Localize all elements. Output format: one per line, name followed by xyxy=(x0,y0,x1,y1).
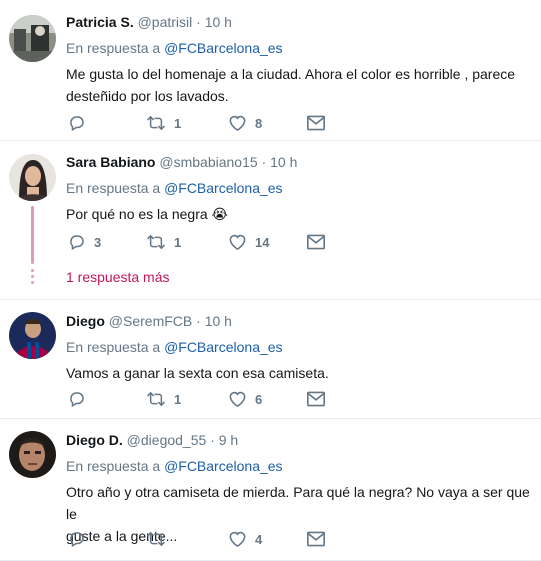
tweet-1[interactable]: Patricia S. @patrisil · 10 h En respuest… xyxy=(0,0,541,141)
heart-icon xyxy=(229,531,246,548)
dm-button[interactable] xyxy=(307,389,325,409)
avatar[interactable] xyxy=(9,312,56,359)
reply-icon xyxy=(70,532,84,548)
retweet-count: 1 xyxy=(174,391,182,407)
tweet-text-line: Vamos a ganar la sexta con esa camiseta. xyxy=(66,365,329,381)
timestamp[interactable]: 10 h xyxy=(205,313,232,329)
retweet-button[interactable]: 1 xyxy=(146,232,181,252)
tweet-2[interactable]: Sara Babiano @smbabiano15 · 10 h En resp… xyxy=(0,141,541,300)
reply-button[interactable]: 3 xyxy=(68,232,101,252)
tweet-text: Vamos a ganar la sexta con esa camiseta. xyxy=(66,362,535,384)
heart-icon xyxy=(229,115,246,132)
reply-button[interactable] xyxy=(68,389,86,409)
envelope-icon xyxy=(307,531,325,547)
author-handle[interactable]: @diegod_55 xyxy=(127,432,207,448)
author-name[interactable]: Sara Babiano xyxy=(66,154,155,170)
more-replies-link[interactable]: 1 respuesta más xyxy=(66,269,170,285)
separator-dot: · xyxy=(210,432,215,448)
reply-count: 3 xyxy=(94,234,102,250)
tweet-header: Diego @SeremFCB · 10 h xyxy=(66,312,535,330)
like-button[interactable]: 6 xyxy=(228,389,262,409)
like-count: 14 xyxy=(255,234,270,250)
like-count: 4 xyxy=(255,531,263,547)
reply-context: En respuesta a @FCBarcelona_es xyxy=(66,39,535,57)
tweet-text-line: Por qué no es la negra 😭 xyxy=(66,206,228,222)
retweet-icon xyxy=(146,391,166,407)
retweet-icon xyxy=(146,115,166,131)
envelope-icon xyxy=(307,391,325,407)
action-bar: 1 8 xyxy=(66,113,336,133)
reply-prefix: En respuesta a xyxy=(66,40,161,56)
dm-button[interactable] xyxy=(307,113,325,133)
envelope-icon xyxy=(307,115,325,131)
reply-prefix: En respuesta a xyxy=(66,458,161,474)
tweet-text: Me gusta lo del homenaje a la ciudad. Ah… xyxy=(66,63,535,107)
tweet-header: Diego D. @diegod_55 · 9 h xyxy=(66,431,535,449)
separator-dot: · xyxy=(196,313,201,329)
reply-icon xyxy=(70,116,84,132)
tweet-3[interactable]: Diego @SeremFCB · 10 h En respuesta a @F… xyxy=(0,300,541,419)
separator-dot: · xyxy=(261,154,267,170)
retweet-button[interactable]: 1 xyxy=(146,389,181,409)
reply-button[interactable] xyxy=(68,113,86,133)
tweet-text: Por qué no es la negra 😭 xyxy=(66,203,535,225)
action-bar: 3 1 14 xyxy=(66,232,336,252)
like-button[interactable]: 14 xyxy=(228,232,269,252)
like-count: 6 xyxy=(255,391,263,407)
retweet-button[interactable]: 1 xyxy=(146,113,181,133)
reply-button[interactable] xyxy=(68,529,86,549)
heart-icon xyxy=(229,234,246,251)
author-name[interactable]: Diego D. xyxy=(66,432,123,448)
reply-context: En respuesta a @FCBarcelona_es xyxy=(66,179,535,197)
reply-prefix: En respuesta a xyxy=(66,180,161,196)
like-button[interactable]: 4 xyxy=(228,529,262,549)
retweet-icon xyxy=(146,234,166,250)
dm-button[interactable] xyxy=(307,232,325,252)
reply-to-link[interactable]: @FCBarcelona_es xyxy=(164,339,283,355)
reply-prefix: En respuesta a xyxy=(66,339,161,355)
reply-icon xyxy=(70,235,84,251)
reply-context: En respuesta a @FCBarcelona_es xyxy=(66,338,535,356)
author-name[interactable]: Patricia S. xyxy=(66,14,134,30)
thread-dot xyxy=(31,275,34,278)
avatar[interactable] xyxy=(9,154,56,201)
retweet-button[interactable] xyxy=(146,529,166,549)
action-bar: 1 6 xyxy=(66,389,336,409)
action-bar: 4 xyxy=(66,529,336,549)
tweet-header: Sara Babiano @smbabiano15 · 10 h xyxy=(66,153,535,171)
reply-to-link[interactable]: @FCBarcelona_es xyxy=(164,458,283,474)
tweet-text-line: desteñido por los lavados. xyxy=(66,88,229,104)
timestamp[interactable]: 9 h xyxy=(219,432,238,448)
thread-line xyxy=(31,206,34,264)
author-handle[interactable]: @smbabiano15 xyxy=(159,154,257,170)
like-button[interactable]: 8 xyxy=(228,113,262,133)
author-handle[interactable]: @SeremFCB xyxy=(109,313,192,329)
retweet-icon xyxy=(146,531,166,547)
reply-context: En respuesta a @FCBarcelona_es xyxy=(66,457,535,475)
separator-dot: · xyxy=(196,14,201,30)
envelope-icon xyxy=(307,234,325,250)
like-count: 8 xyxy=(255,115,263,131)
timestamp[interactable]: 10 h xyxy=(270,154,297,170)
heart-icon xyxy=(229,391,246,408)
retweet-count: 1 xyxy=(174,115,182,131)
reply-icon xyxy=(70,392,84,408)
tweet-header: Patricia S. @patrisil · 10 h xyxy=(66,13,535,31)
dm-button[interactable] xyxy=(307,529,325,549)
retweet-count: 1 xyxy=(174,234,182,250)
author-handle[interactable]: @patrisil xyxy=(138,14,193,30)
tweet-text-line: Me gusta lo del homenaje a la ciudad. Ah… xyxy=(66,66,516,82)
tweet-4[interactable]: Diego D. @diegod_55 · 9 h En respuesta a… xyxy=(0,419,541,561)
avatar[interactable] xyxy=(9,431,56,478)
thread-dot xyxy=(31,269,34,272)
reply-to-link[interactable]: @FCBarcelona_es xyxy=(164,180,283,196)
thread-dot xyxy=(31,281,34,284)
author-name[interactable]: Diego xyxy=(66,313,105,329)
reply-to-link[interactable]: @FCBarcelona_es xyxy=(164,40,283,56)
timestamp[interactable]: 10 h xyxy=(205,14,232,30)
avatar[interactable] xyxy=(9,15,56,62)
tweet-text-line: Otro año y otra camiseta de mierda. Para… xyxy=(66,484,530,522)
